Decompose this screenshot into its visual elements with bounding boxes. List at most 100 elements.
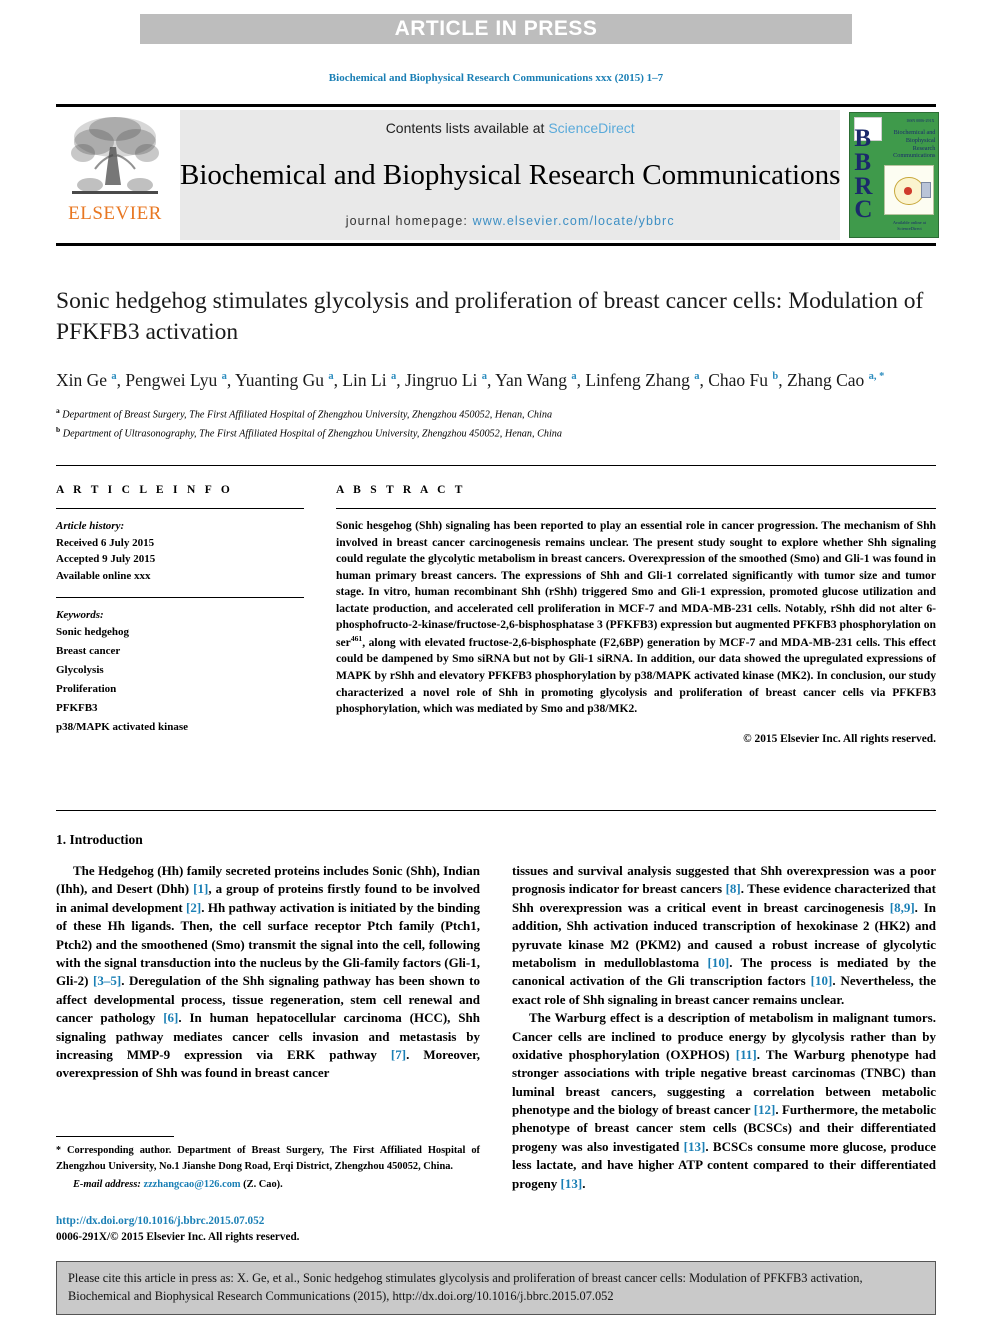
reference-link[interactable]: [10] <box>811 973 833 988</box>
footnote-email-line: E-mail address: zzzhangcao@126.com (Z. C… <box>56 1177 480 1193</box>
reference-link[interactable]: [1] <box>193 881 208 896</box>
contents-available-line: Contents lists available at ScienceDirec… <box>386 120 635 136</box>
affiliation-text: Department of Ultrasonography, The First… <box>62 428 562 439</box>
author-entry: Yan Wang a, <box>495 370 585 390</box>
author-name: Yan Wang <box>495 369 567 390</box>
elsevier-logo-block: ELSEVIER <box>56 107 174 243</box>
author-separator: , <box>778 369 787 390</box>
elsevier-wordmark: ELSEVIER <box>68 203 162 224</box>
keywords-label: Keywords: <box>56 608 104 621</box>
sciencedirect-link[interactable]: ScienceDirect <box>548 120 634 136</box>
reference-link[interactable]: [2] <box>186 900 201 915</box>
journal-homepage-link[interactable]: www.elsevier.com/locate/ybbrc <box>473 214 675 228</box>
affiliation-text: Department of Breast Surgery, The First … <box>62 409 553 421</box>
keyword-item: p38/MAPK activated kinase <box>56 720 188 733</box>
reference-link[interactable]: [11] <box>736 1047 757 1062</box>
doi-link[interactable]: http://dx.doi.org/10.1016/j.bbrc.2015.07… <box>56 1213 480 1229</box>
keyword-item: Proliferation <box>56 682 117 695</box>
abstract-copyright: © 2015 Elsevier Inc. All rights reserved… <box>743 732 936 745</box>
cover-footer-label: Available online at ScienceDirect <box>892 219 926 231</box>
email-link[interactable]: zzzhangcao@126.com <box>143 1179 240 1190</box>
author-name: Zhang Cao <box>787 369 865 390</box>
reference-link[interactable]: [8] <box>726 881 741 896</box>
abstract-text: Sonic hesgehog (Shh) signaling has been … <box>336 518 936 718</box>
article-in-press-banner: ARTICLE IN PRESS <box>140 14 852 44</box>
section-heading-introduction: 1. Introduction <box>56 832 143 847</box>
footnote-text: Corresponding author. Department of Brea… <box>56 1145 480 1172</box>
author-entry: Jingruo Li a, <box>405 370 495 390</box>
author-name: Xin Ge <box>56 369 108 390</box>
author-separator: , <box>396 369 405 390</box>
reference-link[interactable]: [13] <box>561 1176 583 1191</box>
page-title: Sonic hedgehog stimulates glycolysis and… <box>56 288 924 345</box>
email-address-label: E-mail address: <box>73 1179 141 1191</box>
author-affiliation-mark: a, * <box>868 370 885 382</box>
title-and-authors-block: Sonic hedgehog stimulates glycolysis and… <box>56 286 936 442</box>
cover-journal-title: Biochemical and Biophysical Research Com… <box>893 129 936 160</box>
author-name: Jingruo Li <box>404 369 478 390</box>
author-entry: Zhang Cao a, * <box>787 370 884 390</box>
affiliation-item: b Department of Ultrasonography, The Fir… <box>56 424 936 442</box>
article-info-heading: A R T I C L E I N F O <box>56 484 234 496</box>
journal-title: Biochemical and Biophysical Research Com… <box>180 158 841 191</box>
abstract-part-1: Sonic hesgehog (Shh) signaling has been … <box>336 519 936 649</box>
article-info-rule-keywords <box>56 596 304 598</box>
elsevier-tree-icon <box>71 117 159 194</box>
author-name: Pengwei Lyu <box>125 369 218 390</box>
journal-cover-thumbnail[interactable]: ISSN 0006-291X BBRC Biochemical and Biop… <box>849 112 940 238</box>
author-name: Lin Li <box>342 369 387 390</box>
divider-above-article-info <box>56 465 936 466</box>
author-entry: Xin Ge a, <box>56 370 125 390</box>
author-name: Yuanting Gu <box>235 369 324 390</box>
paragraph: The Hedgehog (Hh) family secreted protei… <box>56 862 480 1083</box>
journal-masthead: ELSEVIER Contents lists available at Sci… <box>56 104 940 246</box>
article-history-label: Article history: <box>56 520 125 532</box>
reference-link[interactable]: [13] <box>684 1139 706 1154</box>
article-info-rule-top <box>56 508 304 509</box>
email-owner-label: (Z. Cao). <box>243 1179 283 1191</box>
body-column-left: The Hedgehog (Hh) family secreted protei… <box>56 862 480 1083</box>
reference-link[interactable]: [10] <box>708 955 730 970</box>
author-name: Linfeng Zhang <box>585 369 690 390</box>
article-history-online: Available online xxx <box>56 569 151 582</box>
author-separator: , <box>487 369 496 390</box>
cover-issn-label: ISSN 0006-291X <box>906 118 935 123</box>
reference-link[interactable]: [8,9] <box>890 900 915 915</box>
author-entry: Linfeng Zhang a, <box>585 370 708 390</box>
affiliation-mark: a <box>56 406 60 416</box>
article-info-column: A R T I C L E I N F O Article history: R… <box>56 484 304 737</box>
author-separator: , <box>699 369 709 390</box>
body-column-right: tissues and survival analysis suggested … <box>512 862 936 1193</box>
reference-link[interactable]: [12] <box>754 1102 776 1117</box>
reference-link[interactable]: [7] <box>391 1047 406 1062</box>
reference-link[interactable]: [6] <box>163 1010 178 1025</box>
paragraph: The Warburg effect is a description of m… <box>512 1009 936 1193</box>
abstract-part-2: , along with elevated fructose-2,6-bisph… <box>336 635 936 716</box>
affiliation-list: a Department of Breast Surgery, The Firs… <box>56 405 936 441</box>
author-list: Xin Ge a, Pengwei Lyu a, Yuanting Gu a, … <box>56 368 936 393</box>
divider-above-introduction <box>56 810 936 811</box>
footnote-body: * Corresponding author. Department of Br… <box>56 1143 480 1174</box>
contents-prefix-label: Contents lists available at <box>385 120 549 136</box>
cover-figure-icon <box>884 165 935 215</box>
author-entry: Pengwei Lyu a, <box>125 370 235 390</box>
citation-notice-box: Please cite this article in press as: X.… <box>56 1261 936 1316</box>
article-in-press-label: ARTICLE IN PRESS <box>394 17 598 40</box>
affiliation-mark: b <box>56 424 61 434</box>
citation-notice-text: Please cite this article in press as: X.… <box>68 1271 863 1303</box>
doi-and-issn-block: http://dx.doi.org/10.1016/j.bbrc.2015.07… <box>56 1213 480 1245</box>
journal-cover-block: ISSN 0006-291X BBRC Biochemical and Biop… <box>846 107 942 243</box>
article-history-accepted: Accepted 9 July 2015 <box>56 553 156 566</box>
author-entry: Lin Li a, <box>342 370 405 390</box>
affiliation-item: a Department of Breast Surgery, The Firs… <box>56 405 936 423</box>
author-separator: , <box>226 369 236 390</box>
keyword-item: PFKFB3 <box>56 701 98 714</box>
cover-bbrc-letters: BBRC <box>854 125 872 224</box>
reference-link[interactable]: [3–5] <box>93 973 121 988</box>
journal-homepage-line: journal homepage: www.elsevier.com/locat… <box>346 214 675 228</box>
paragraph: tissues and survival analysis suggested … <box>512 862 936 1009</box>
abstract-heading: A B S T R A C T <box>336 484 466 496</box>
abstract-superscript: 461 <box>350 634 363 644</box>
homepage-prefix-label: journal homepage: <box>345 214 473 228</box>
keyword-item: Sonic hedgehog <box>56 626 130 639</box>
